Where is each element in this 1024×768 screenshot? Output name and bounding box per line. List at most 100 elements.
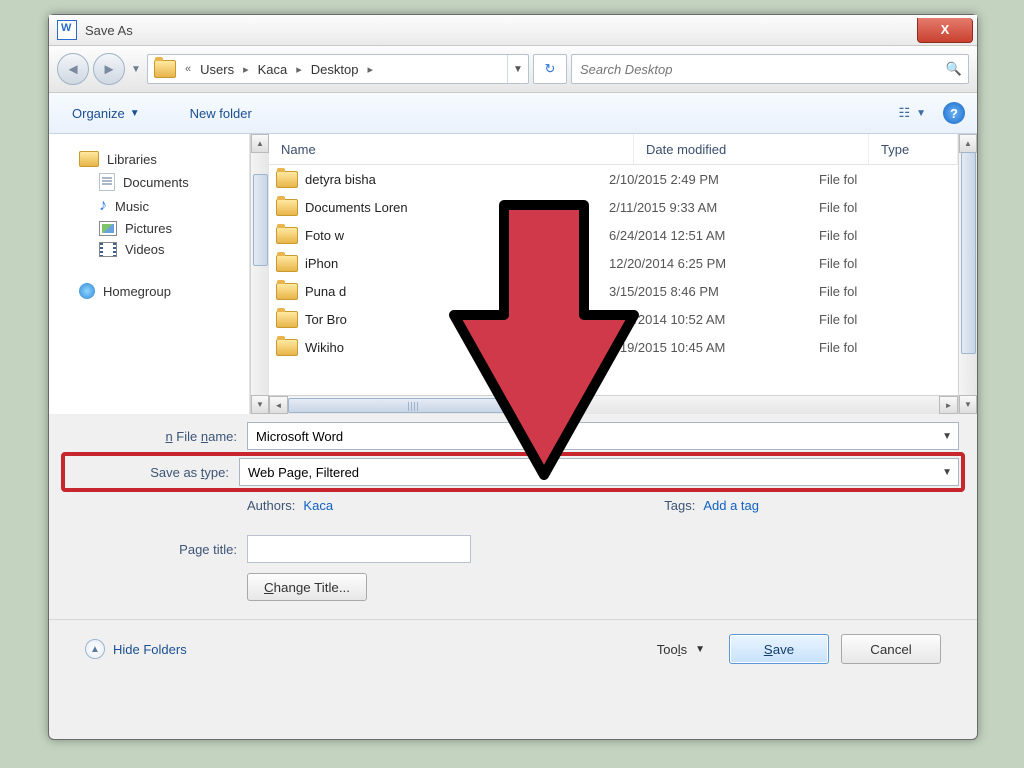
filelist-v-scrollbar[interactable]: ▲ ▼ [958,134,977,414]
file-type: File fol [819,172,958,187]
file-name-value: Microsoft Word [256,429,343,444]
titlebar: Save As X [49,15,977,46]
folder-icon [276,227,298,244]
page-title-label: Page title: [67,542,247,557]
organize-button[interactable]: Organize ▼ [61,99,151,128]
search-box[interactable]: 🔍 [571,54,969,84]
list-item[interactable]: Documents Loren2/11/2015 9:33 AMFile fol [269,193,958,221]
help-button[interactable]: ? [943,102,965,124]
nav-documents[interactable]: Documents [99,170,249,194]
scroll-up-button[interactable]: ▲ [251,134,269,153]
tags-value[interactable]: Add a tag [703,498,759,513]
breadcrumb[interactable]: « Users ▸ Kaca ▸ Desktop ▸ ▼ [147,54,529,84]
refresh-icon: ↻ [545,61,556,77]
save-button[interactable]: SaveSave [729,634,829,664]
word-app-icon [57,20,77,40]
page-title-input[interactable] [247,535,471,563]
search-input[interactable] [572,62,946,77]
hide-folders-button[interactable]: ▲ Hide Folders [85,639,187,659]
authors-label: Authors: [247,498,295,513]
column-header-date[interactable]: Date modified [634,134,869,164]
file-date: 2/10/2015 2:49 PM [609,172,819,187]
list-item[interactable]: detyra bisha2/10/2015 2:49 PMFile fol [269,165,958,193]
nav-label: Music [115,199,149,214]
file-name-combo[interactable]: Microsoft Word ▼ [247,422,959,450]
nav-libraries[interactable]: Libraries [79,148,249,170]
file-name: Tor Bro [305,312,609,327]
list-item[interactable]: Tor Bro6/16/2014 10:52 AMFile fol [269,305,958,333]
list-item[interactable]: iPhon12/20/2014 6:25 PMFile fol [269,249,958,277]
breadcrumb-seg-users[interactable]: Users [194,55,240,83]
close-icon: X [941,22,950,37]
file-type: File fol [819,228,958,243]
nav-history-dropdown[interactable]: ▼ [129,54,143,84]
nav-videos[interactable]: Videos [99,239,249,260]
toolbar: Organize ▼ New folder ☷ ▼ ? [49,93,977,134]
search-icon[interactable]: 🔍 [946,61,962,77]
breadcrumb-seg-kaca[interactable]: Kaca [252,55,294,83]
column-header-name[interactable]: Name [269,134,634,164]
file-name: Wikiho [305,340,609,355]
save-as-type-combo[interactable]: Web Page, Filtered ▼ [239,458,959,486]
nav-homegroup[interactable]: Homegroup [79,280,249,302]
back-button[interactable]: ◄ [57,53,89,85]
scroll-up-button[interactable]: ▲ [959,134,977,153]
navpane-scrollbar[interactable]: ▲ ▼ [250,134,269,414]
file-list: detyra bisha2/10/2015 2:49 PMFile fol Do… [269,165,958,395]
forward-button[interactable]: ► [93,53,125,85]
scroll-left-button[interactable]: ◄ [269,396,288,414]
file-name: detyra bisha [305,172,609,187]
tags-label: Tags: [664,498,695,513]
cancel-button[interactable]: Cancel [841,634,941,664]
chevron-up-icon: ▲ [85,639,105,659]
chevron-right-icon: ▸ [240,63,252,76]
chevron-down-icon: ▼ [130,108,140,119]
save-as-type-label: Save as type: [67,465,239,480]
filelist-h-scrollbar[interactable]: ◄ ► [269,395,958,414]
change-title-button[interactable]: Change Title...Change Title... [247,573,367,601]
help-icon: ? [950,106,958,121]
column-header-type[interactable]: Type [869,134,958,164]
nav-music[interactable]: ♪Music [99,194,249,218]
authors-value[interactable]: Kaca [303,498,333,513]
file-name: Puna d [305,284,609,299]
hide-folders-label: Hide Folders [113,642,187,657]
list-item[interactable]: Foto w6/24/2014 12:51 AMFile fol [269,221,958,249]
documents-icon [99,173,115,191]
organize-label: Organize [72,106,125,121]
scroll-right-button[interactable]: ► [939,396,958,414]
scroll-down-button[interactable]: ▼ [251,395,269,414]
chevron-down-icon: ▼ [131,64,141,75]
explorer-body: Libraries Documents ♪Music Pictures Vide… [49,134,977,414]
new-folder-label: New folder [190,106,252,121]
file-date: 3/15/2015 8:46 PM [609,284,819,299]
refresh-button[interactable]: ↻ [533,54,567,84]
tools-button[interactable]: ToolsTools ▼ [651,638,711,661]
nav-pictures[interactable]: Pictures [99,218,249,239]
dialog-footer: ▲ Hide Folders ToolsTools ▼ SaveSave Can… [67,620,959,678]
list-item[interactable]: Puna d3/15/2015 8:46 PMFile fol [269,277,958,305]
list-item[interactable]: Wikiho3/19/2015 10:45 AMFile fol [269,333,958,361]
view-options-button[interactable]: ☷ ▼ [891,100,933,126]
scroll-thumb[interactable] [961,152,976,354]
chevron-down-icon[interactable]: ▼ [942,431,952,442]
view-list-icon: ☷ [898,105,910,121]
scroll-thumb[interactable] [288,398,540,413]
breadcrumb-dropdown[interactable]: ▼ [507,55,528,83]
file-date: 3/19/2015 10:45 AM [609,340,819,355]
navigation-pane: Libraries Documents ♪Music Pictures Vide… [49,134,250,414]
file-type: File fol [819,312,958,327]
breadcrumb-seg-desktop[interactable]: Desktop [305,55,365,83]
folder-icon [276,339,298,356]
nav-label: Libraries [107,152,157,167]
scroll-down-button[interactable]: ▼ [959,395,977,414]
nav-label: Documents [123,175,189,190]
chevron-down-icon[interactable]: ▼ [942,467,952,478]
scroll-thumb[interactable] [253,174,268,266]
close-button[interactable]: X [917,18,973,43]
new-folder-button[interactable]: New folder [179,99,263,128]
save-as-type-value: Web Page, Filtered [248,465,359,480]
file-name: Foto w [305,228,609,243]
arrow-left-icon: ◄ [66,61,81,78]
folder-icon [276,255,298,272]
